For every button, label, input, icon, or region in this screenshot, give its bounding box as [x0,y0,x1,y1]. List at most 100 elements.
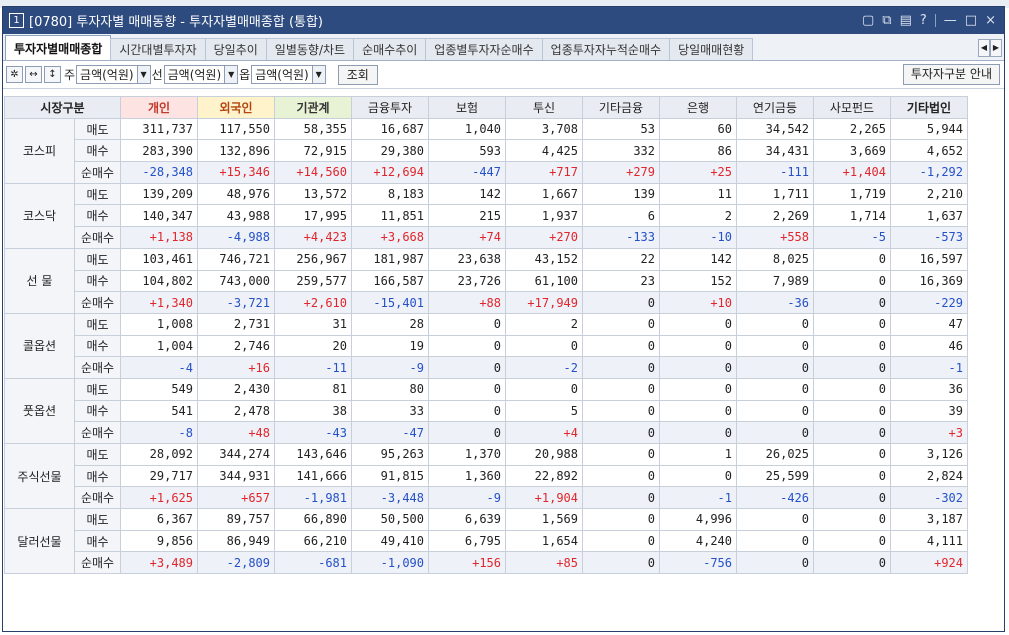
header-financial-investment[interactable]: 금융투자 [351,96,429,119]
table-row[interactable]: 매수 104,802 743,000 259,577 166,587 23,726 61,1… [5,269,968,293]
table-row[interactable]: 매수 283,390 132,896 72,915 29,380 593 4,425 332 8… [5,139,968,163]
table-cell: -447 [428,161,506,184]
header-other-corp[interactable]: 기타법인 [890,96,968,119]
stock-unit-select[interactable]: 금액(억원) ▼ [76,65,151,84]
table-cell: -1,981 [274,486,352,510]
table-row[interactable]: 순매수 -8 +48 -43 -47 0 +4 0 0 0 0 +3 [5,421,968,444]
table-row[interactable]: 코스닥 매도 139,209 48,976 13,572 8,183 142 1,667 139… [4,182,968,249]
investor-trading-table: 시장구분 개인 외국인 기관계 금융투자 보험 투신 기타금융 은행 연기금등 … [4,96,968,575]
table-header-row: 시장구분 개인 외국인 기관계 금융투자 보험 투신 기타금융 은행 연기금등 … [4,96,968,119]
table-cell: 36 [890,377,968,401]
table-row[interactable]: 순매수 -28,348 +15,346 +14,560 +12,694 -447 +717 +… [5,161,968,184]
table-cell: 31 [274,312,352,336]
table-cell: 1,654 [505,529,583,553]
table-cell: 1,667 [505,182,583,206]
table-cell: 28,092 [120,443,198,466]
table-row[interactable]: 순매수 +3,489 -2,809 -681 -1,090 +156 +85 0 -756 0 0 +… [5,551,968,575]
tab-scroll-right-icon[interactable]: ▶ [990,39,1002,57]
tab-daily-status[interactable]: 당일매매현황 [669,38,754,60]
row-label: 매도 [74,182,121,206]
gear-icon[interactable]: ✲ [6,66,23,83]
header-bank[interactable]: 은행 [659,96,737,119]
table-cell: -1 [659,486,737,510]
tab-scroll-left-icon[interactable]: ◀ [978,39,990,57]
table-cell: -43 [274,421,352,444]
tab-daily-chart[interactable]: 일별동향/차트 [265,38,355,60]
table-cell: 104,802 [120,269,198,293]
table-row[interactable]: 선 물 매도 103,461 746,721 256,967 181,987 23,638 4… [4,247,968,314]
table-cell: 43,988 [197,204,275,228]
table-cell: 283,390 [120,139,198,163]
tab-sector-cumulative[interactable]: 업종투자자누적순매수 [541,38,671,60]
tab-net-buy-trend[interactable]: 순매수추이 [353,38,427,60]
close-icon[interactable]: × [985,13,996,28]
option-unit-select[interactable]: 금액(억원) ▼ [251,65,326,84]
table-row[interactable]: 달러선물 매도 6,367 89,757 66,890 50,500 6,639 1,569 0… [4,508,968,575]
table-row[interactable]: 매수 541 2,478 38 33 0 5 0 0 0 0 39 [5,399,968,423]
table-cell: 1,711 [736,182,814,206]
table-row[interactable]: 순매수 -4 +16 -11 -9 0 -2 0 0 0 0 -1 [5,356,968,379]
maximize-icon[interactable]: □ [965,13,977,28]
row-label: 순매수 [74,486,121,510]
table-row[interactable]: 매수 140,347 43,988 17,995 11,851 215 1,937 6 2 2,2… [5,204,968,228]
table-row[interactable]: 코스피 매도 311,737 117,550 58,355 16,687 1,040 3,70… [4,117,968,184]
table-row[interactable]: 주식선물 매도 28,092 344,274 143,646 95,263 1,370 20,… [4,442,968,510]
header-individual[interactable]: 개인 [120,96,198,119]
expand-icon[interactable]: ↔ [25,66,42,83]
table-cell: 139,209 [120,182,198,206]
table-cell: +3,668 [351,226,429,249]
table-cell: 20 [274,334,352,358]
futures-unit-select[interactable]: 금액(억원) ▼ [163,65,239,84]
table-row[interactable]: 콜옵션 매도 1,008 2,731 31 28 0 2 0 0 0 0 47 [4,312,968,379]
header-pension[interactable]: 연기금등 [736,96,814,119]
table-cell: 23 [582,269,660,293]
help-icon[interactable]: ? [920,13,927,28]
pin-icon[interactable]: ▤ [900,13,912,28]
table-cell: +1,904 [505,486,583,510]
row-label: 매도 [74,377,121,401]
header-investment-trust[interactable]: 투신 [505,96,583,119]
market-name: 코스피 [4,117,75,184]
table-cell: +85 [505,551,583,575]
table-cell: 91,815 [351,464,429,488]
copy-window-icon[interactable]: ⧉ [882,13,891,28]
minimize-icon[interactable]: — [944,13,957,28]
tab-daily-trend[interactable]: 당일추이 [204,38,267,60]
table-cell: +3,489 [120,551,198,575]
table-cell: 50,500 [351,508,429,531]
table-cell: 344,931 [197,464,275,488]
table-cell: -8 [120,421,198,444]
row-label: 매수 [74,464,121,488]
table-row[interactable]: 순매수 +1,340 -3,721 +2,610 -15,401 +88 +17,949 0 +… [5,291,968,314]
row-label: 매도 [74,247,121,271]
tab-sector-net-buy[interactable]: 업종별투자자순매수 [425,38,543,60]
table-cell: 17,995 [274,204,352,228]
header-market[interactable]: 시장구분 [4,96,121,119]
header-private-fund[interactable]: 사모펀드 [813,96,891,119]
table-row[interactable]: 매수 29,717 344,931 141,666 91,815 1,360 22,892 0… [5,464,968,488]
table-cell: +717 [505,161,583,184]
table-row[interactable]: 순매수 +1,138 -4,988 +4,423 +3,668 +74 +270 -133 -1… [5,226,968,249]
header-insurance[interactable]: 보험 [428,96,506,119]
table-row[interactable]: 매수 1,004 2,746 20 19 0 0 0 0 0 0 46 [5,334,968,358]
table-cell: -573 [890,226,968,249]
table-row[interactable]: 매수 9,856 86,949 66,210 49,410 6,795 1,654 0 4,24… [5,529,968,553]
header-foreign[interactable]: 외국인 [197,96,275,119]
table-cell: -5 [813,226,891,249]
market-name: 코스닥 [4,182,75,249]
sort-icon[interactable]: ↕ [44,66,61,83]
query-button[interactable]: 조회 [337,64,378,85]
table-cell: -426 [736,486,814,510]
investor-guide-button[interactable]: 투자자구분 안내 [902,64,1000,85]
table-row[interactable]: 순매수 +1,625 +657 -1,981 -3,448 -9 +1,904 0 -1 -426… [5,486,968,510]
tab-time-investor[interactable]: 시간대별투자자 [110,38,206,60]
header-other-finance[interactable]: 기타금융 [582,96,660,119]
header-institution[interactable]: 기관계 [274,96,352,119]
table-cell: 0 [428,356,506,379]
table-cell: 22,892 [505,464,583,488]
table-cell: 0 [813,421,891,444]
tab-investor-summary[interactable]: 투자자별매매종합 [5,35,112,60]
table-row[interactable]: 풋옵션 매도 549 2,430 81 80 0 0 0 0 0 0 36 [4,377,968,445]
layout-icon[interactable]: ▢ [862,13,874,28]
table-cell: +88 [428,291,506,314]
